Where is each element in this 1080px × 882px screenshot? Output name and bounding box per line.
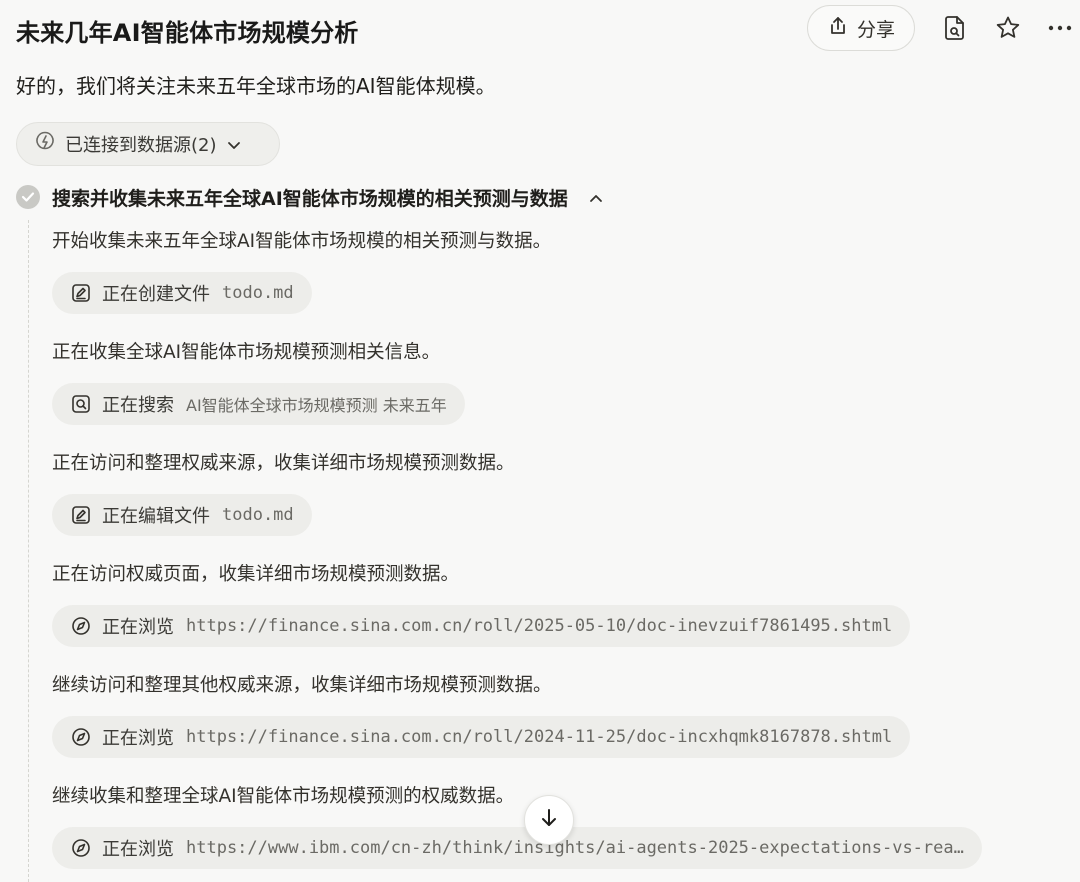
tool-chip[interactable]: 正在编辑文件 todo.md bbox=[52, 494, 312, 536]
tool-action: 正在浏览 bbox=[102, 839, 174, 860]
page-title: 未来几年AI智能体市场规模分析 bbox=[16, 19, 359, 47]
assistant-intro: 好的，我们将关注未来五年全球市场的AI智能体规模。 bbox=[16, 74, 496, 98]
search-icon bbox=[70, 393, 92, 415]
data-sources-label: 已连接到数据源(2) bbox=[65, 135, 217, 156]
header: 未来几年AI智能体市场规模分析 分享 bbox=[0, 0, 1080, 58]
tool-chip[interactable]: 正在浏览 https://www.ibm.com/cn-zh/think/ins… bbox=[52, 827, 982, 869]
share-icon bbox=[827, 15, 849, 42]
step-message: 正在访问权威页面，收集详细市场规模预测数据。 bbox=[52, 564, 460, 585]
timeline-line bbox=[28, 220, 29, 882]
tool-action: 正在浏览 bbox=[102, 728, 174, 749]
arrow-down-icon bbox=[538, 807, 560, 833]
share-label: 分享 bbox=[856, 18, 895, 41]
step-header[interactable]: 搜索并收集未来五年全球AI智能体市场规模的相关预测与数据 bbox=[16, 183, 604, 211]
tool-action: 正在编辑文件 bbox=[102, 506, 210, 527]
tool-argument: https://finance.sina.com.cn/roll/2025-05… bbox=[186, 616, 893, 636]
data-sources-dropdown[interactable]: 已连接到数据源(2) bbox=[16, 122, 280, 166]
tool-action: 正在搜索 bbox=[102, 395, 174, 416]
step-message: 正在收集全球AI智能体市场规模预测相关信息。 bbox=[52, 342, 441, 363]
browser-icon bbox=[70, 726, 92, 748]
edit-icon bbox=[70, 282, 92, 304]
file-icon[interactable] bbox=[941, 14, 969, 42]
step-message: 继续访问和整理其他权威来源，收集详细市场规模预测数据。 bbox=[52, 675, 552, 696]
more-icon[interactable] bbox=[1046, 14, 1074, 42]
plug-icon bbox=[35, 131, 55, 158]
check-icon bbox=[16, 185, 40, 209]
browser-icon bbox=[70, 615, 92, 637]
tool-argument: AI智能体全球市场规模预测 未来五年 bbox=[186, 396, 447, 415]
edit-icon bbox=[70, 504, 92, 526]
tool-chip[interactable]: 正在浏览 https://finance.sina.com.cn/roll/20… bbox=[52, 605, 911, 647]
tool-argument: todo.md bbox=[222, 505, 294, 525]
task-page: 未来几年AI智能体市场规模分析 分享 好的，我们将关注未来五年全球市场的AI智能… bbox=[0, 0, 1080, 882]
step-message: 正在访问和整理权威来源，收集详细市场规模预测数据。 bbox=[52, 453, 515, 474]
tool-chip[interactable]: 正在搜索 AI智能体全球市场规模预测 未来五年 bbox=[52, 383, 465, 425]
tool-argument: https://www.ibm.com/cn-zh/think/insights… bbox=[186, 838, 964, 858]
tool-chip[interactable]: 正在浏览 https://finance.sina.com.cn/roll/20… bbox=[52, 716, 911, 758]
share-button[interactable]: 分享 bbox=[807, 5, 915, 51]
tool-action: 正在浏览 bbox=[102, 617, 174, 638]
step-message: 开始收集未来五年全球AI智能体市场规模的相关预测与数据。 bbox=[52, 231, 552, 252]
browser-icon bbox=[70, 837, 92, 859]
chevron-up-icon[interactable] bbox=[588, 188, 604, 207]
step-title: 搜索并收集未来五年全球AI智能体市场规模的相关预测与数据 bbox=[52, 187, 568, 210]
step-message: 继续收集和整理全球AI智能体市场规模预测的权威数据。 bbox=[52, 786, 515, 807]
tool-action: 正在创建文件 bbox=[102, 284, 210, 305]
scroll-to-bottom-button[interactable] bbox=[524, 795, 574, 845]
star-icon[interactable] bbox=[994, 14, 1022, 42]
chevron-down-icon bbox=[227, 134, 241, 155]
tool-chip[interactable]: 正在创建文件 todo.md bbox=[52, 272, 312, 314]
tool-argument: https://finance.sina.com.cn/roll/2024-11… bbox=[186, 727, 893, 747]
tool-argument: todo.md bbox=[222, 283, 294, 303]
